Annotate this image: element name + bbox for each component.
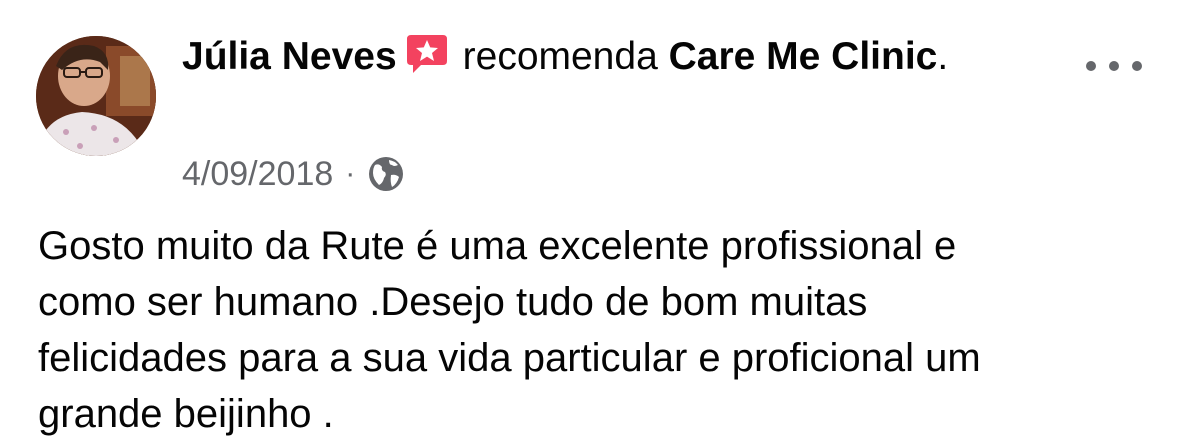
more-dot	[1132, 61, 1142, 71]
post-header: Júlia Neves recomenda Care Me Clinic.	[182, 30, 1052, 84]
avatar-photo	[36, 36, 156, 156]
avatar[interactable]	[36, 36, 156, 156]
more-dot	[1109, 61, 1119, 71]
meta-separator: ·	[345, 157, 356, 190]
recommendation-star-icon	[406, 35, 447, 73]
page-suffix: .	[937, 35, 949, 78]
globe-icon	[369, 157, 404, 191]
post-body: Gosto muito da Rute é uma excelente prof…	[38, 224, 981, 436]
post-meta: 4/09/2018 ·	[182, 152, 405, 196]
review-post: Júlia Neves recomenda Care Me Clinic. 4/…	[0, 0, 1179, 447]
recommend-verb: recomenda	[462, 35, 658, 78]
page-name[interactable]: Care Me Clinic	[669, 35, 938, 78]
more-options-icon[interactable]	[1086, 54, 1142, 78]
post-date[interactable]: 4/09/2018	[182, 155, 333, 194]
author-name[interactable]: Júlia Neves	[182, 35, 397, 78]
more-dot	[1086, 61, 1096, 71]
